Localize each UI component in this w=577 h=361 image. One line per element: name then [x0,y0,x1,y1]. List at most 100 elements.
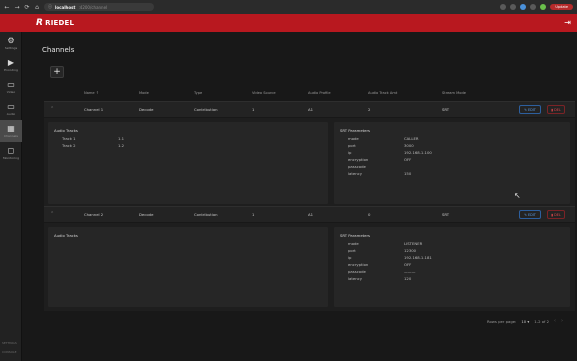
cell-audio-track-amt: 0 [368,212,371,217]
row-detail: Audio Tracks SRT Parameters mode LISTENE… [44,223,575,311]
extension-icon[interactable] [530,4,537,10]
edit-button[interactable]: ✎ EDIT [519,210,541,219]
logout-icon[interactable]: ⇥ [564,18,571,27]
sidebar-item-settings[interactable]: ⚙ Settings [0,32,22,54]
srt-key: ip [348,255,352,260]
srt-value: 12300 [404,248,417,253]
url-host: localhost [55,4,76,10]
trash-icon: ▮ [551,212,554,217]
sidebar-item-label: Monitoring [2,155,20,160]
next-page-button[interactable]: › [561,318,563,324]
srt-key: latency [348,171,362,176]
table-header: Name ↑ Mode Type Video Source Audio Prof… [44,87,575,99]
avatar[interactable] [540,4,547,10]
track-value: 1.2 [118,143,125,148]
srt-key: port [348,143,356,148]
cell-type: Contribution [194,107,218,112]
pencil-icon: ✎ [524,212,527,217]
sidebar: ⚙ Settings ▶ Encoding ▭ Video ▭ Audio ▦ … [0,32,22,361]
track-label: Track 1 [62,136,76,141]
row-detail: Audio Tracks Track 1 1.1 Track 2 1.2 SRT… [44,118,575,210]
srt-parameters-title: SRT Parameters [340,233,371,238]
sidebar-item-monitoring[interactable]: ◻ Monitoring [0,142,22,164]
column-header-audio-profile[interactable]: Audio Profile [308,91,331,95]
cell-audio-profile: A1 [308,212,314,217]
mouse-pointer-icon: ↖ [514,191,521,200]
cell-mode: Decode [139,212,154,217]
chevron-up-icon[interactable]: ⌃ [50,106,54,112]
column-header-video-source[interactable]: Video Source [252,91,276,95]
brand-name: RIEDEL [45,19,75,27]
edit-button[interactable]: ✎ EDIT [519,105,541,114]
rows-per-page-select[interactable]: 10 ▾ [521,319,529,324]
table-row[interactable]: ⌃ Channel 2 Decode Contribution 1 A1 0 S… [44,206,575,222]
sidebar-item-label: Encoding [4,67,18,72]
srt-value: 192.168.1.181 [404,255,432,260]
srt-key: passcode [348,164,366,169]
srt-parameters-title: SRT Parameters [340,128,371,133]
back-icon[interactable]: ← [4,4,10,11]
srt-value: CALLER [404,136,419,141]
extension-icon[interactable] [520,4,527,10]
monitor-icon: ◻ [7,145,15,155]
channels-icon: ▦ [7,123,15,133]
previous-page-button[interactable]: ‹ [554,318,556,324]
brand-mark: R [36,18,44,28]
delete-button[interactable]: ▮ DEL [547,105,565,114]
delete-label: DEL [554,107,561,112]
page-title: Channels [42,46,75,54]
srt-key: passcode [348,269,366,274]
srt-value: LISTENER [404,241,423,246]
cell-stream-mode: SRT [442,107,450,112]
sidebar-item-video[interactable]: ▭ Video [0,76,22,98]
sidebar-item-label: Audio [6,111,16,116]
settings-icon: ⚙ [7,35,15,45]
srt-key: port [348,248,356,253]
cell-name: Channel 2 [84,212,104,217]
audio-icon: ▭ [7,101,15,111]
audio-tracks-panel: Audio Tracks [48,227,328,307]
reload-icon[interactable]: ⟳ [24,4,30,11]
home-icon[interactable]: ⌂ [34,4,40,11]
srt-parameters-panel: SRT Parameters mode LISTENER port 12300 … [334,227,570,307]
add-channel-button[interactable]: + [50,66,64,78]
address-bar[interactable]: ⓘ localhost :4200/channel [44,3,154,11]
sidebar-item-label: Video [6,89,16,94]
sidebar-item-encoding[interactable]: ▶ Encoding [0,54,22,76]
srt-key: latency [348,276,362,281]
rows-per-page-label: Rows per page: [486,318,517,324]
sidebar-footer-console[interactable]: CONSOLE [2,348,17,357]
srt-value: OFF [404,262,412,267]
sidebar-item-audio[interactable]: ▭ Audio [0,98,22,120]
table-row[interactable]: ⌃ Channel 1 Decode Contribution 1 A1 2 S… [44,101,575,117]
sidebar-footer-settings[interactable]: SETTINGS [2,339,17,348]
audio-tracks-title: Audio Tracks [54,128,78,133]
trash-icon: ▮ [551,107,554,112]
column-header-mode[interactable]: Mode [139,91,149,95]
forward-icon[interactable]: → [14,4,20,11]
edit-label: EDIT [528,212,536,217]
app-header: R RIEDEL ⇥ [0,14,577,32]
track-value: 1.1 [118,136,125,141]
sidebar-item-channels[interactable]: ▦ Channels [0,120,22,142]
column-header-name[interactable]: Name ↑ [84,91,99,95]
extension-icon[interactable] [500,4,507,10]
brand-logo: R RIEDEL [36,18,74,28]
play-icon: ▶ [7,57,15,67]
cell-type: Contribution [194,212,218,217]
extension-icon[interactable] [510,4,517,10]
column-header-audio-track-amt[interactable]: Audio Track Amt [368,91,397,95]
cell-stream-mode: SRT [442,212,450,217]
pencil-icon: ✎ [524,107,527,112]
update-button[interactable]: Update [550,4,573,10]
column-header-type[interactable]: Type [194,91,202,95]
chevron-up-icon[interactable]: ⌃ [50,211,54,217]
srt-value: 192.168.1.100 [404,150,432,155]
column-header-stream-mode[interactable]: Stream Mode [442,91,466,95]
main-content: Channels + Name ↑ Mode Type Video Source… [22,32,577,361]
srt-key: mode [348,136,359,141]
audio-tracks-panel: Audio Tracks Track 1 1.1 Track 2 1.2 [48,122,328,204]
page-range: 1-2 of 2 [534,318,549,324]
cell-video-source: 1 [252,107,255,112]
delete-button[interactable]: ▮ DEL [547,210,565,219]
